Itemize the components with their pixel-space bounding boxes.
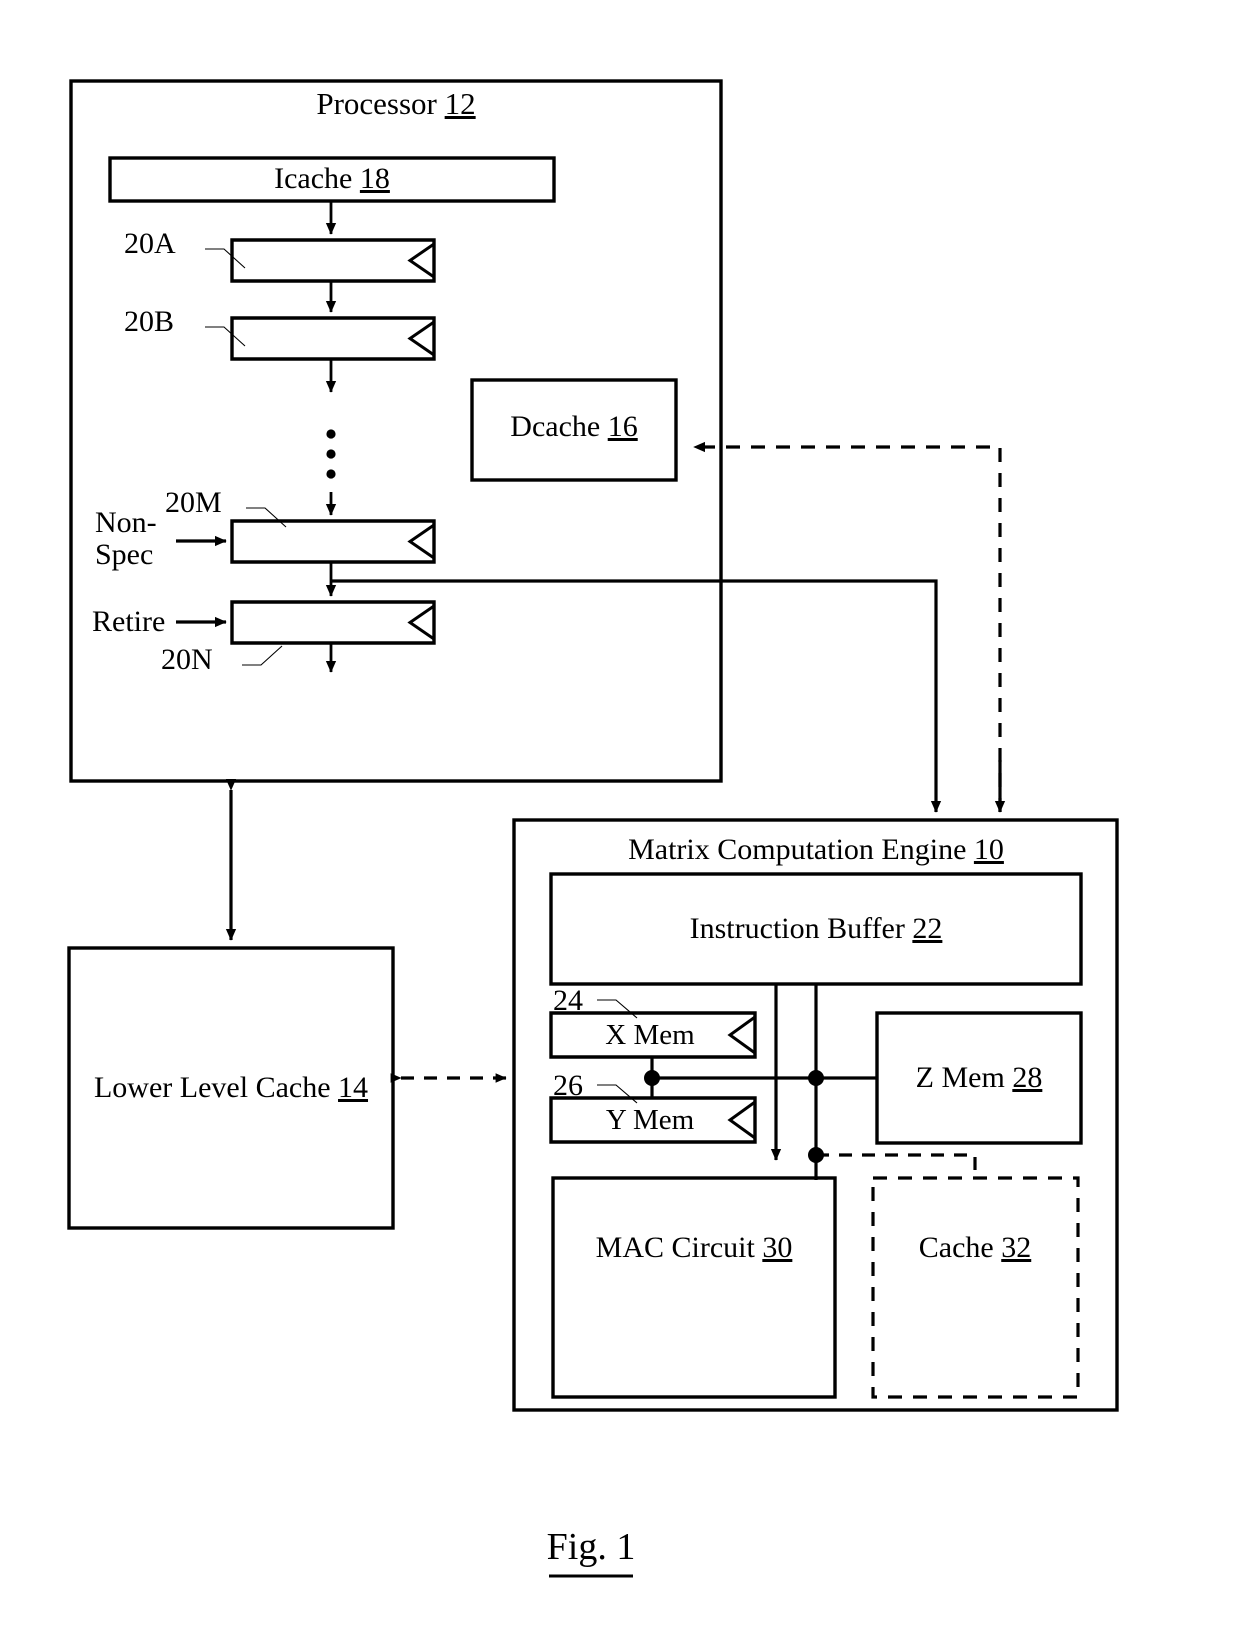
z-mem-text: Z Mem	[915, 1061, 1005, 1094]
mac-circuit-ref: 30	[762, 1231, 793, 1264]
ellipsis-dot-1	[326, 429, 336, 439]
instruction-buffer-ref: 22	[912, 912, 943, 945]
lower-level-cache-label: Lower Level Cache 14	[94, 1072, 368, 1104]
dcache-ref: 16	[607, 410, 638, 443]
diagram-vector-layer	[67, 79, 1119, 1578]
nonspec-label-line2: Spec	[95, 537, 154, 571]
leader-20m	[246, 507, 287, 528]
icache-text: Icache	[274, 162, 353, 195]
figure-caption: Fig. 1	[546, 1526, 636, 1568]
ref-20m: 20M	[165, 486, 222, 519]
icache-ref: 18	[359, 162, 390, 195]
x-mem-label: X Mem	[605, 1019, 695, 1051]
leader-24	[597, 999, 638, 1019]
lower-level-cache-text: Lower Level Cache	[93, 1071, 331, 1104]
ellipsis-dot-3	[326, 469, 336, 479]
mac-circuit-label: MAC Circuit 30	[596, 1232, 793, 1264]
processor-title-ref: 12	[444, 86, 476, 121]
retire-label: Retire	[92, 605, 166, 638]
stage-20n-box	[230, 600, 436, 645]
instruction-buffer-label: Instruction Buffer 22	[690, 913, 943, 945]
y-mem-notch	[727, 1100, 756, 1140]
mac-circuit-text: MAC Circuit	[595, 1231, 755, 1264]
dcache-text: Dcache	[510, 410, 601, 443]
cache32-text: Cache	[918, 1231, 994, 1264]
matrix-engine-title-text: Matrix Computation Engine	[628, 833, 967, 866]
ellipsis-dot-2	[326, 449, 336, 459]
ref-26: 26	[553, 1069, 583, 1102]
mac-circuit-box	[551, 1176, 837, 1399]
stage-20a-box	[230, 238, 436, 283]
ref-24: 24	[553, 984, 583, 1017]
stage-20m-box	[230, 519, 436, 564]
icache-label: Icache 18	[274, 163, 390, 195]
cache32-ref: 32	[1001, 1231, 1032, 1264]
stage-20b-box	[230, 316, 436, 361]
junction-dot-xy	[644, 1070, 660, 1086]
ref-20b: 20B	[124, 305, 175, 338]
stage-20n-notch	[407, 604, 435, 641]
stage-20m-notch	[407, 523, 435, 560]
leader-20b	[205, 326, 246, 347]
matrix-engine-title: Matrix Computation Engine 10	[628, 834, 1004, 866]
processor-title: Processor 12	[316, 86, 476, 121]
z-mem-label: Z Mem 28	[916, 1062, 1043, 1094]
processor-title-text: Processor	[316, 86, 437, 121]
matrix-engine-title-ref: 10	[973, 833, 1004, 866]
stage-20a-notch	[407, 242, 435, 279]
lower-level-cache-ref: 14	[338, 1071, 369, 1104]
nonspec-label: Non- Spec	[95, 507, 157, 570]
cache32-label: Cache 32	[919, 1232, 1031, 1264]
bus-engine-to-dcache	[693, 441, 1002, 812]
leader-26	[597, 1084, 638, 1104]
bus-to-cache32	[816, 1153, 977, 1175]
leader-20a	[205, 248, 246, 269]
ref-20n: 20N	[161, 643, 213, 676]
y-mem-label: Y Mem	[605, 1104, 695, 1136]
x-mem-notch	[727, 1015, 756, 1055]
z-mem-ref: 28	[1012, 1061, 1043, 1094]
instruction-buffer-text: Instruction Buffer	[689, 912, 905, 945]
cache32-box	[871, 1176, 1080, 1399]
patent-figure: Processor 12 Icache 18 Dcache 16 20A 20B…	[0, 0, 1240, 1640]
leader-20n	[242, 645, 283, 666]
stage-20b-notch	[407, 320, 435, 357]
nonspec-label-line1: Non-	[95, 506, 157, 539]
junction-dot-zbus	[808, 1070, 824, 1086]
dcache-label: Dcache 16	[510, 411, 637, 443]
ref-20a: 20A	[124, 227, 176, 260]
